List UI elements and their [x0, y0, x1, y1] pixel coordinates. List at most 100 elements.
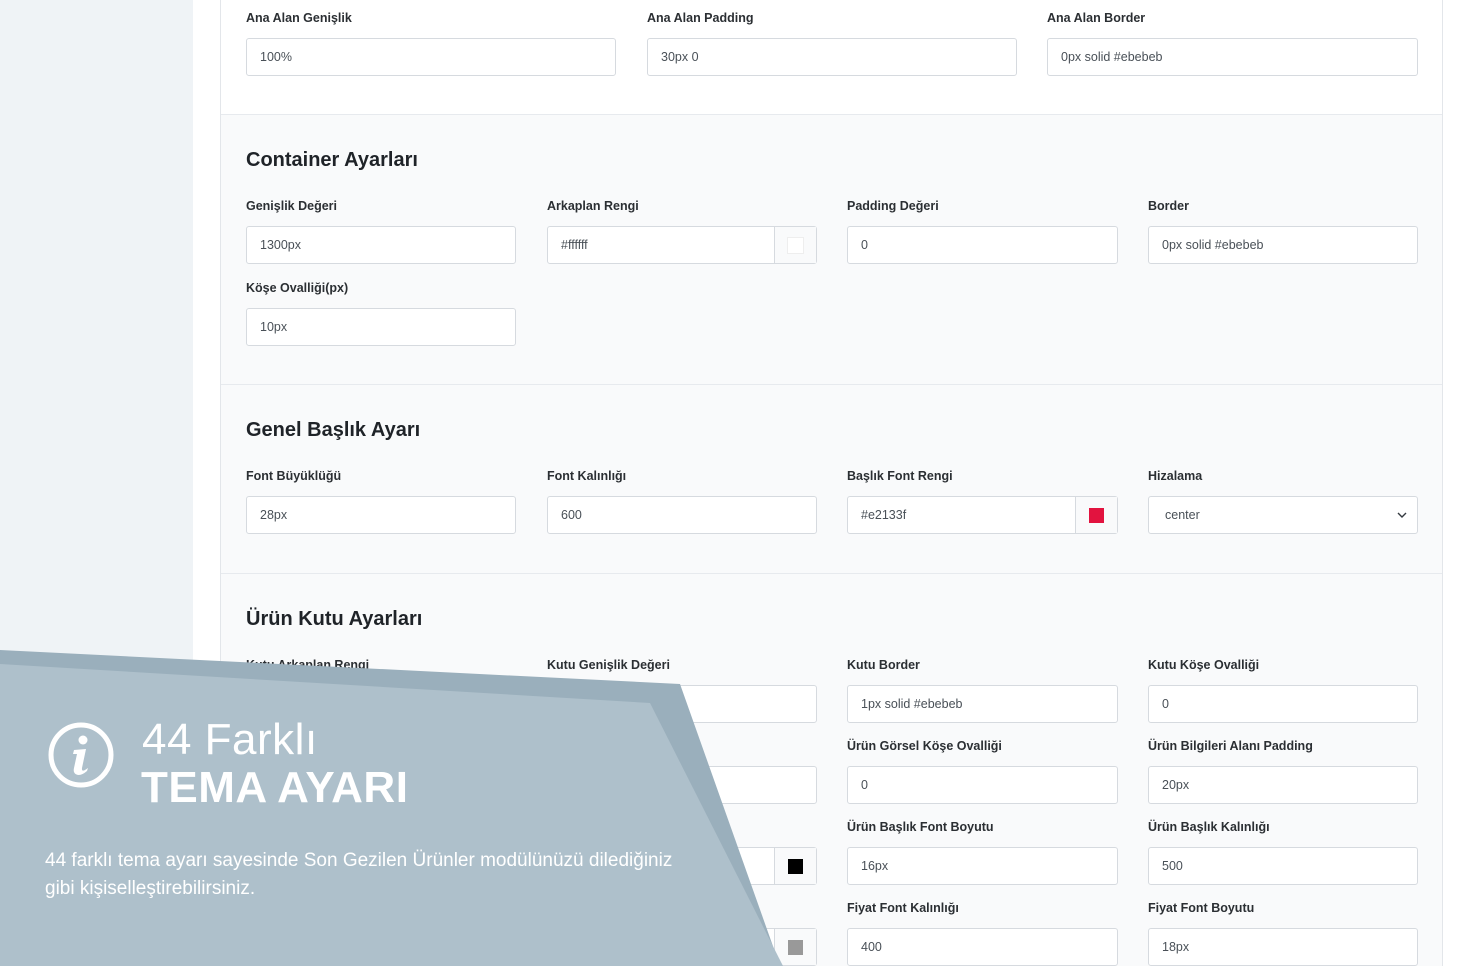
- input-box: [246, 308, 516, 346]
- field-label: Hizalama: [1148, 469, 1203, 483]
- field-hizalama: Hizalama center: [1148, 467, 1418, 534]
- chevron-down-icon: [1387, 512, 1417, 518]
- left-sidebar-background: [0, 0, 193, 966]
- field-label: Genişlik Değeri: [246, 199, 338, 213]
- fiyat-font-boyutu-input[interactable]: [1149, 929, 1417, 965]
- field-fiyat-font-boyutu: Fiyat Font Boyutu: [1148, 899, 1418, 966]
- input-box: [246, 226, 516, 264]
- select-value: center: [1165, 508, 1200, 522]
- field-kutu-border: Kutu Border: [847, 656, 1118, 723]
- input-box: [847, 496, 1118, 534]
- input-box: [847, 226, 1118, 264]
- input-box: [1047, 38, 1418, 76]
- field-label: Kutu Genişlik Değeri: [547, 658, 670, 672]
- field-ana-alan-border: Ana Alan Border: [1047, 9, 1418, 76]
- hidden-row3-color-input[interactable]: [548, 848, 774, 884]
- field-ana-alan-padding: Ana Alan Padding: [647, 9, 1017, 76]
- ana-alan-padding-input[interactable]: [648, 39, 1016, 75]
- section-genel-baslik: Genel Başlık Ayarı Font Büyüklüğü Font K…: [221, 385, 1442, 574]
- input-box: [647, 38, 1017, 76]
- field-label: Kutu Arkaplan Rengi: [246, 658, 370, 672]
- field-label: Ürün Başlık Font Boyutu: [847, 820, 994, 834]
- field-kutu-kose-ovalligi: Kutu Köşe Ovalliği: [1148, 656, 1418, 723]
- color-swatch: [788, 858, 803, 874]
- fiyat-font-kalinligi-input[interactable]: [848, 929, 1117, 965]
- color-swatch: [788, 939, 803, 955]
- field-label: Ana Alan Padding: [647, 11, 754, 25]
- field-font-buyuklugu: Font Büyüklüğü: [246, 467, 516, 534]
- section-title: Genel Başlık Ayarı: [246, 419, 421, 441]
- field-kutu-genislik-degeri: Kutu Genişlik Değeri: [547, 656, 817, 723]
- font-buyuklugu-input[interactable]: [247, 497, 515, 533]
- field-font-kalinligi: Font Kalınlığı: [547, 467, 817, 534]
- color-swatch: [787, 236, 804, 254]
- input-box: [1148, 226, 1418, 264]
- field-label: Fiyat Font Kalınlığı: [847, 901, 959, 915]
- color-picker-button[interactable]: [774, 848, 816, 884]
- input-box: [1148, 847, 1418, 885]
- kutu-arkaplan-rengi-input[interactable]: [247, 686, 515, 722]
- kutu-kose-ovalligi-input[interactable]: [1149, 686, 1417, 722]
- field-label: Kutu Köşe Ovalliği: [1148, 658, 1260, 672]
- field-genislik-degeri: Genişlik Değeri: [246, 197, 516, 264]
- field-label: Padding Değeri: [847, 199, 939, 213]
- field-border: Border: [1148, 197, 1418, 264]
- field-kutu-arkaplan-rengi: Kutu Arkaplan Rengi: [246, 656, 516, 723]
- field-kose-ovalligi: Köşe Ovalliği(px): [246, 279, 516, 346]
- input-box: [1148, 766, 1418, 804]
- field-label: Fiyat Font Boyutu: [1148, 901, 1255, 915]
- input-box: [547, 928, 817, 966]
- input-box: [1148, 685, 1418, 723]
- field-label: Border: [1148, 199, 1189, 213]
- genislik-degeri-input[interactable]: [247, 227, 515, 263]
- arkaplan-rengi-input[interactable]: [548, 227, 774, 263]
- color-swatch: [1089, 507, 1104, 523]
- field-label: [547, 737, 817, 755]
- color-picker-button[interactable]: [1075, 497, 1117, 533]
- font-kalinligi-input[interactable]: [548, 497, 816, 533]
- field-urun-gorsel-kose-ovalligi: Ürün Görsel Köşe Ovalliği: [847, 737, 1118, 804]
- input-box: [246, 38, 616, 76]
- field-arkaplan-rengi: Arkaplan Rengi: [547, 197, 817, 264]
- baslik-font-rengi-input[interactable]: [848, 497, 1075, 533]
- field-label: [547, 818, 817, 836]
- urun-bilgileri-padding-input[interactable]: [1149, 767, 1417, 803]
- field-label: Font Kalınlığı: [547, 469, 627, 483]
- input-box: [847, 847, 1118, 885]
- section-urun-kutu: Ürün Kutu Ayarları Kutu Arkaplan Rengi K…: [221, 574, 1442, 966]
- hizalama-select[interactable]: center: [1148, 496, 1418, 534]
- field-hidden-row2: [547, 737, 817, 804]
- color-picker-button[interactable]: [774, 929, 816, 965]
- section-container: Container Ayarları Genişlik Değeri Arkap…: [221, 115, 1442, 385]
- field-urun-baslik-kalinligi: Ürün Başlık Kalınlığı: [1148, 818, 1418, 885]
- urun-baslik-font-boyutu-input[interactable]: [848, 848, 1117, 884]
- input-box: [547, 766, 817, 804]
- field-label: Kutu Border: [847, 658, 920, 672]
- ana-alan-border-input[interactable]: [1048, 39, 1417, 75]
- ana-alan-genislik-input[interactable]: [247, 39, 615, 75]
- section-ana-alan: Ana Alan Genişlik Ana Alan Padding Ana A…: [221, 0, 1442, 115]
- urun-gorsel-kose-ovalligi-input[interactable]: [848, 767, 1117, 803]
- field-baslik-font-rengi: Başlık Font Rengi: [847, 467, 1118, 534]
- field-hidden-row3-color: [547, 818, 817, 885]
- section-title: Container Ayarları: [246, 149, 418, 171]
- field-label: Köşe Ovalliği(px): [246, 281, 349, 295]
- padding-degeri-input[interactable]: [848, 227, 1117, 263]
- hidden-row2-input[interactable]: [548, 767, 816, 803]
- field-label: Başlık Font Rengi: [847, 469, 953, 483]
- field-label: Ürün Bilgileri Alanı Padding: [1148, 739, 1313, 753]
- input-box: [847, 685, 1118, 723]
- field-label: Font Büyüklüğü: [246, 469, 342, 483]
- color-picker-button[interactable]: [774, 227, 816, 263]
- kutu-border-input[interactable]: [848, 686, 1117, 722]
- kutu-genislik-degeri-input[interactable]: [548, 686, 816, 722]
- field-label: Ürün Görsel Köşe Ovalliği: [847, 739, 1002, 753]
- border-input[interactable]: [1149, 227, 1417, 263]
- input-box: [547, 226, 817, 264]
- input-box: [246, 496, 516, 534]
- urun-baslik-kalinligi-input[interactable]: [1149, 848, 1417, 884]
- field-urun-bilgileri-padding: Ürün Bilgileri Alanı Padding: [1148, 737, 1418, 804]
- hidden-row4-color-input[interactable]: [548, 929, 774, 965]
- kose-ovalligi-input[interactable]: [247, 309, 515, 345]
- input-box: [246, 685, 516, 723]
